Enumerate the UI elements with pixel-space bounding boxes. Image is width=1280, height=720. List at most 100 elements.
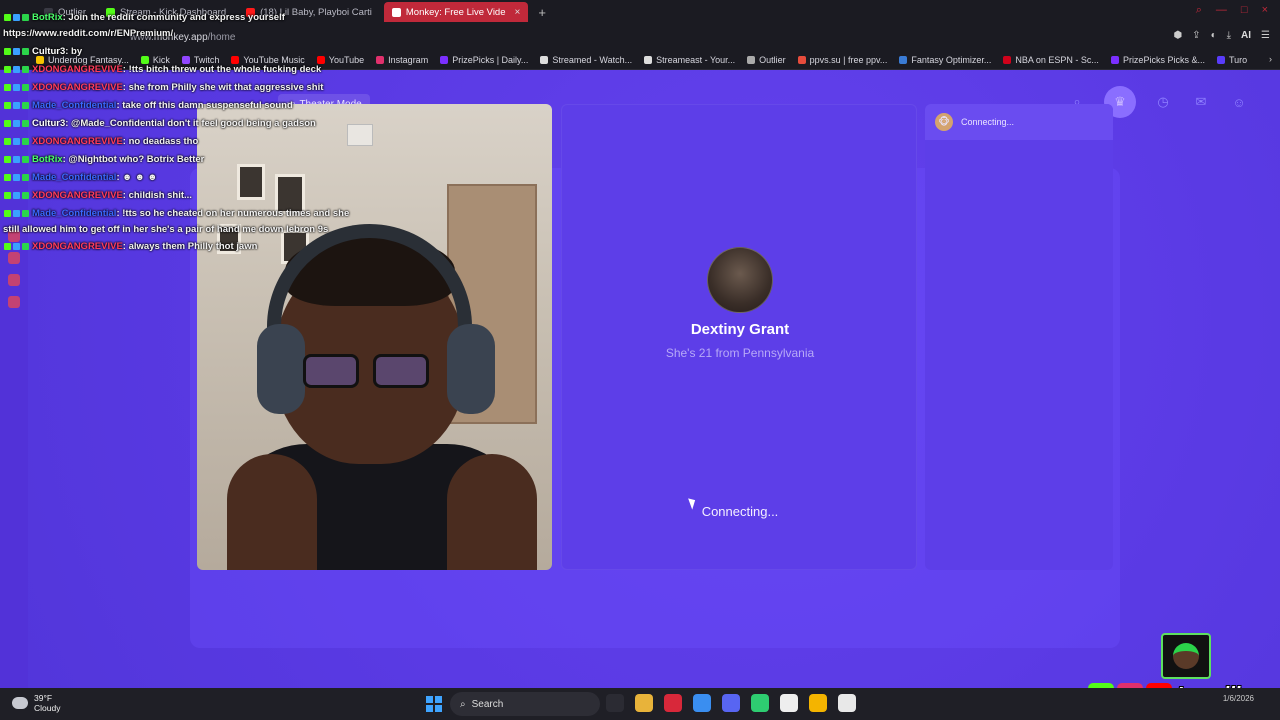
close-icon[interactable]: × <box>515 7 521 18</box>
headphone-earcup <box>447 324 495 414</box>
browser-tab-bar: Outlier Stream - Kick Dashboard (18) Lil B… <box>0 0 1280 24</box>
browser-tab[interactable]: Stream - Kick Dashboard <box>98 2 234 22</box>
bookmark-item[interactable]: YouTube <box>316 54 365 65</box>
bookmark-item[interactable]: Instagram <box>376 55 428 65</box>
bookmark-item[interactable]: Streameast - Your... <box>644 55 735 65</box>
bookmark-item[interactable]: Kick <box>140 54 170 65</box>
minimize-icon[interactable]: — <box>1216 4 1227 17</box>
bookmark-item[interactable]: Outlier <box>747 55 786 65</box>
taskbar-app-icon[interactable] <box>635 694 653 712</box>
bookmark-favicon-icon <box>1110 55 1119 64</box>
profile-avatar[interactable] <box>707 247 773 313</box>
share-icon[interactable]: ⇪ <box>1192 30 1200 41</box>
close-icon[interactable]: × <box>1262 4 1268 17</box>
bookmark-label: Streameast - Your... <box>656 54 736 65</box>
rail-icon[interactable] <box>8 230 20 242</box>
chevron-right-icon[interactable]: › <box>1269 54 1272 64</box>
rail-icon[interactable] <box>8 296 20 308</box>
bookmark-item[interactable]: NBA on ESPN - Sc... <box>1003 55 1099 65</box>
cloud-icon <box>12 697 28 710</box>
tab-label: Monkey: Free Live Vide <box>405 6 506 18</box>
bookmark-item[interactable]: Streamed - Watch... <box>540 55 632 65</box>
rail-icon[interactable] <box>8 252 20 264</box>
profile-name: Dextiny Grant <box>690 321 790 338</box>
bookmark-item[interactable]: PrizePicks Picks &... <box>1110 54 1205 65</box>
bookmark-favicon-icon <box>1216 55 1225 64</box>
person-shoulder <box>447 454 537 570</box>
history-icon[interactable]: ◷ <box>1152 91 1174 113</box>
taskbar-app-icon[interactable] <box>606 694 624 712</box>
extensions-icon[interactable]: ⬢ <box>1173 30 1182 41</box>
bookmark-label: Fantasy Optimizer... <box>911 54 992 65</box>
bookmark-item[interactable]: Twitch <box>181 54 220 65</box>
bookmark-favicon-icon <box>797 55 806 64</box>
bookmark-item[interactable]: ppvs.su | free ppv... <box>797 54 888 65</box>
tab-label: Outlier <box>58 6 86 18</box>
rail-icon[interactable] <box>8 274 20 286</box>
bookmark-favicon-icon <box>316 55 325 64</box>
bookmark-item[interactable]: Fantasy Optimizer... <box>899 55 991 65</box>
taskbar-app-icon[interactable] <box>838 694 856 712</box>
profile-meta: She's 21 from Pennsylvania <box>665 346 815 360</box>
bookmark-favicon-icon <box>1003 55 1012 64</box>
download-icon[interactable]: ⤓ <box>1227 30 1231 41</box>
browser-tab[interactable]: Monkey: Free Live Vide × <box>383 2 529 22</box>
bookmark-favicon-icon <box>644 55 653 64</box>
tab-favicon-icon <box>105 7 115 17</box>
ai-button[interactable]: AI <box>1241 30 1251 41</box>
maximize-icon[interactable]: □ <box>1241 4 1248 17</box>
chat-icon[interactable]: ✉ <box>1190 91 1212 113</box>
taskbar-apps <box>606 694 856 712</box>
tab-favicon-icon <box>391 7 401 17</box>
window-controls: ⌕ — □ × <box>1196 4 1268 17</box>
profile-icon[interactable]: ◐ <box>1211 30 1217 41</box>
match-card: Dextiny Grant She's 21 from Pennsylvania… <box>561 104 917 570</box>
taskbar-app-icon[interactable] <box>722 694 740 712</box>
weather-widget[interactable]: 39°F Cloudy <box>12 693 60 713</box>
bookmark-item[interactable]: Turo <box>1216 55 1247 65</box>
taskbar-app-icon[interactable] <box>809 694 827 712</box>
taskbar-app-icon[interactable] <box>693 694 711 712</box>
bookmark-label: PrizePicks Picks &... <box>1122 54 1205 65</box>
tab-label: (18) Lil Baby, Playboi Carti <box>260 6 372 18</box>
connection-status: Connecting... <box>701 504 779 519</box>
webcam-video <box>197 104 552 570</box>
address-bar[interactable]: www.monkey.app/home ⬢ ⇪ ◐ ⤓ AI ☰ <box>0 24 1280 50</box>
bookmarks-bar: Underdog Fantasy... Kick Twitch YouTube Mus… <box>0 50 1280 70</box>
left-rail <box>0 70 28 688</box>
side-chat-panel: 🐵 Connecting... <box>925 104 1113 570</box>
bookmark-item[interactable]: Underdog Fantasy... <box>36 55 129 65</box>
bookmark-favicon-icon <box>140 55 149 64</box>
browser-tab[interactable]: Outlier <box>36 2 94 22</box>
bookmark-label: YouTube <box>328 54 365 65</box>
side-chat-header: 🐵 Connecting... <box>925 104 1113 140</box>
bookmark-label: Twitch <box>193 54 220 65</box>
taskbar-search[interactable]: ⌕ Search <box>450 692 600 716</box>
wall-picture <box>237 164 265 200</box>
url-text[interactable]: www.monkey.app/home <box>130 32 235 43</box>
windows-start-icon[interactable] <box>426 696 442 712</box>
wall-picture <box>275 174 305 214</box>
bookmark-favicon-icon <box>36 55 44 64</box>
bookmark-favicon-icon <box>899 55 908 64</box>
menu-icon[interactable]: ☰ <box>1261 30 1270 41</box>
taskbar-app-icon[interactable] <box>664 694 682 712</box>
bookmark-label: Kick <box>152 54 170 65</box>
browser-tab[interactable]: (18) Lil Baby, Playboi Carti <box>238 2 380 22</box>
taskbar-app-icon[interactable] <box>780 694 798 712</box>
browser-toolbar: ⬢ ⇪ ◐ ⤓ AI ☰ <box>1173 30 1270 41</box>
search-icon[interactable]: ⌕ <box>1196 4 1202 17</box>
bookmark-item[interactable]: YouTube Music <box>231 55 305 65</box>
bookmark-item[interactable]: PrizePicks | Daily... <box>440 55 528 65</box>
bookmark-favicon-icon <box>181 55 190 64</box>
bookmark-label: PrizePicks | Daily... <box>452 54 529 65</box>
bookmark-favicon-icon <box>540 55 549 64</box>
streamer-avatar <box>1161 633 1211 679</box>
user-avatar-icon[interactable]: ☺ <box>1228 91 1250 113</box>
taskbar-app-icon[interactable] <box>751 694 769 712</box>
new-tab-button[interactable]: + <box>532 5 552 20</box>
bookmark-label: ppvs.su | free ppv... <box>809 54 888 65</box>
bookmark-label: Instagram <box>388 54 429 65</box>
bookmark-label: NBA on ESPN - Sc... <box>1015 54 1099 65</box>
bookmark-favicon-icon <box>231 55 240 64</box>
